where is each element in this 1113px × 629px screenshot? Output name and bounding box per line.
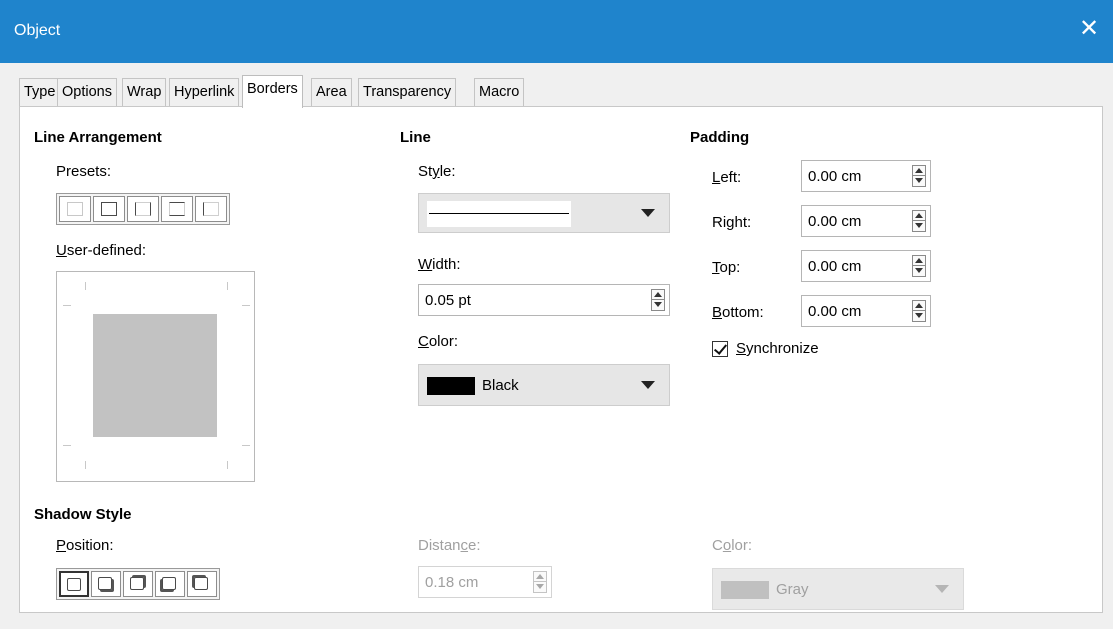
- preset-left-only[interactable]: [195, 196, 227, 222]
- spin-down-icon[interactable]: [913, 221, 925, 231]
- padding-top-label: Top:: [712, 259, 741, 276]
- presets-group: [56, 193, 230, 225]
- shadow-none[interactable]: [59, 571, 89, 597]
- shadow-top-right[interactable]: [123, 571, 153, 597]
- tab-options[interactable]: Options: [57, 78, 117, 106]
- line-style-preview: [427, 201, 571, 227]
- line-color-value: Black: [482, 377, 519, 394]
- tab-type[interactable]: Type: [19, 78, 61, 106]
- presets-label: Presets:: [56, 163, 112, 180]
- padding-top-value: 0.00 cm: [808, 258, 862, 275]
- borders-panel: Line Arrangement Presets: User-defined: …: [19, 106, 1103, 613]
- synchronize-checkbox[interactable]: [712, 341, 728, 357]
- user-defined-border-area[interactable]: [56, 271, 255, 482]
- line-heading: Line: [400, 129, 431, 146]
- width-value: 0.05 pt: [425, 292, 471, 309]
- padding-right-label: Right:: [712, 214, 752, 231]
- shadow-top-left[interactable]: [187, 571, 217, 597]
- chevron-down-icon: [641, 209, 655, 217]
- tab-area[interactable]: Area: [311, 78, 352, 106]
- padding-left-label: Left:: [712, 169, 742, 186]
- spin-buttons: [651, 289, 665, 311]
- style-label: Style:: [418, 163, 456, 180]
- spin-up-icon[interactable]: [652, 290, 664, 300]
- close-button[interactable]: ✕: [1065, 0, 1113, 63]
- line-style-dropdown[interactable]: [418, 193, 670, 233]
- spin-up-icon[interactable]: [534, 572, 546, 582]
- border-preview-box: [93, 314, 217, 437]
- padding-bottom-spinbox[interactable]: 0.00 cm: [801, 295, 931, 327]
- spin-up-icon[interactable]: [913, 211, 925, 221]
- tab-wrap[interactable]: Wrap: [122, 78, 167, 106]
- synchronize-label[interactable]: Synchronize: [736, 340, 819, 357]
- close-icon: ✕: [1079, 15, 1100, 42]
- tab-hyperlink[interactable]: Hyperlink: [169, 78, 240, 106]
- shadow-style-heading: Shadow Style: [34, 506, 132, 523]
- padding-bottom-value: 0.00 cm: [808, 303, 862, 320]
- distance-spinbox[interactable]: 0.18 cm: [418, 566, 552, 598]
- width-spinbox[interactable]: 0.05 pt: [418, 284, 670, 316]
- color-swatch: [427, 377, 475, 395]
- spin-up-icon[interactable]: [913, 301, 925, 311]
- shadow-color-swatch: [721, 581, 769, 599]
- tab-borders[interactable]: Borders: [242, 75, 303, 108]
- title-bar: Object ✕: [0, 0, 1113, 63]
- user-defined-label: User-defined:: [56, 242, 147, 259]
- tab-transparency[interactable]: Transparency: [358, 78, 457, 106]
- line-color-dropdown[interactable]: Black: [418, 364, 670, 406]
- color-label: Color:: [418, 333, 459, 350]
- padding-right-value: 0.00 cm: [808, 213, 862, 230]
- spin-buttons: [912, 300, 926, 322]
- distance-label: Distance:: [418, 537, 481, 554]
- padding-right-spinbox[interactable]: 0.00 cm: [801, 205, 931, 237]
- shadow-position-group: [56, 568, 220, 600]
- shadow-color-value: Gray: [776, 581, 809, 598]
- chevron-down-icon: [935, 585, 949, 593]
- padding-left-spinbox[interactable]: 0.00 cm: [801, 160, 931, 192]
- shadow-bottom-left[interactable]: [155, 571, 185, 597]
- preset-left-right[interactable]: [127, 196, 159, 222]
- line-arrangement-heading: Line Arrangement: [34, 129, 162, 146]
- chevron-down-icon: [641, 381, 655, 389]
- shadow-color-dropdown[interactable]: Gray: [712, 568, 964, 610]
- spin-down-icon[interactable]: [652, 300, 664, 310]
- position-label: Position:: [56, 537, 114, 554]
- padding-heading: Padding: [690, 129, 750, 146]
- spin-down-icon[interactable]: [534, 582, 546, 592]
- window-title: Object: [14, 22, 61, 39]
- spin-buttons: [912, 255, 926, 277]
- spin-down-icon[interactable]: [913, 176, 925, 186]
- padding-left-value: 0.00 cm: [808, 168, 862, 185]
- preset-none[interactable]: [59, 196, 91, 222]
- preset-all-borders[interactable]: [93, 196, 125, 222]
- padding-bottom-label: Bottom:: [712, 304, 764, 321]
- spin-up-icon[interactable]: [913, 256, 925, 266]
- spin-down-icon[interactable]: [913, 311, 925, 321]
- spin-buttons: [912, 165, 926, 187]
- spin-down-icon[interactable]: [913, 266, 925, 276]
- spin-buttons: [533, 571, 547, 593]
- shadow-color-label: Color:: [712, 537, 753, 554]
- spin-buttons: [912, 210, 926, 232]
- tab-macro[interactable]: Macro: [474, 78, 525, 106]
- spin-up-icon[interactable]: [913, 166, 925, 176]
- width-label: Width:: [418, 256, 461, 273]
- padding-top-spinbox[interactable]: 0.00 cm: [801, 250, 931, 282]
- shadow-bottom-right[interactable]: [91, 571, 121, 597]
- distance-value: 0.18 cm: [425, 574, 479, 591]
- preset-top-bottom[interactable]: [161, 196, 193, 222]
